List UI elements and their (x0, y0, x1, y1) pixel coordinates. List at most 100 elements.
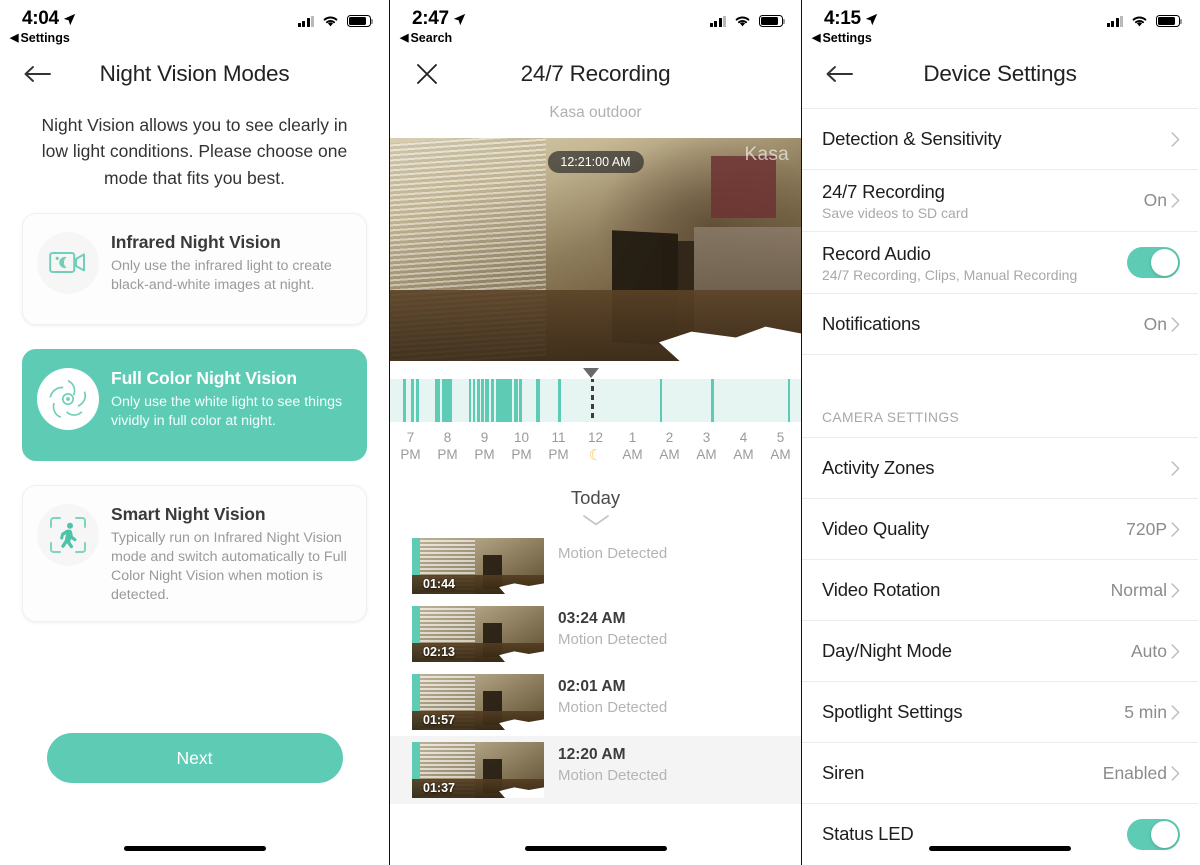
cellular-signal-icon (1106, 15, 1123, 27)
motion-event-row[interactable]: 01:44 Motion Detected (390, 532, 801, 600)
arrow-left-icon (24, 66, 51, 82)
settings-row-video-quality[interactable]: Video Quality 720P (802, 498, 1198, 559)
hour-number: 11 (551, 430, 566, 445)
settings-row-video-rotation[interactable]: Video Rotation Normal (802, 559, 1198, 620)
settings-row-subtitle: 24/7 Recording, Clips, Manual Recording (822, 266, 1078, 283)
toggle-switch[interactable] (1127, 247, 1180, 278)
settings-row-24-7-recording[interactable]: 24/7 Recording Save videos to SD card On (802, 169, 1198, 231)
timeline-segment (416, 379, 420, 422)
toggle-switch[interactable] (1127, 818, 1180, 850)
settings-row-record-audio[interactable]: Record Audio 24/7 Recording, Clips, Manua… (802, 231, 1198, 293)
timeline-hour-label: 8 PM (429, 429, 466, 465)
settings-row-value: 5 min (1124, 701, 1167, 722)
settings-row-notifications[interactable]: Notifications On (802, 293, 1198, 354)
settings-row-siren[interactable]: Siren Enabled (802, 742, 1198, 803)
location-arrow-icon (865, 13, 878, 25)
timeline-segment (476, 379, 480, 422)
mode-title: Infrared Night Vision (111, 231, 281, 252)
back-button[interactable] (824, 59, 854, 89)
chevron-right-icon (1171, 521, 1180, 537)
timeline-track[interactable] (390, 379, 801, 422)
hour-ampm: AM (696, 447, 717, 463)
next-button[interactable]: Next (46, 733, 343, 783)
timeline[interactable]: 7 PM 8 PM 9 PM 10 PM 11 PM 12 ☾ 1 AM 2 AM 3 AM 4 AM 5 AM (390, 368, 801, 465)
event-description: Motion Detected (558, 545, 668, 563)
wifi-icon (1132, 16, 1147, 27)
nav-bar: 24/7 Recording (390, 46, 801, 102)
cellular-signal-icon (709, 15, 726, 27)
settings-row-day-night-mode[interactable]: Day/Night Mode Auto (802, 620, 1198, 681)
event-thumbnail[interactable]: 01:57 (412, 674, 544, 731)
timeline-segment (659, 379, 663, 422)
timeline-caret-icon (583, 368, 600, 378)
battery-icon (347, 15, 374, 27)
settings-row-text: Notifications (822, 313, 1144, 335)
chevron-right-icon (1171, 643, 1180, 659)
settings-row-text: 24/7 Recording Save videos to SD card (822, 181, 1144, 221)
mode-card-infrared[interactable]: Infrared Night Vision Only use the infra… (22, 212, 367, 325)
mode-card-smart[interactable]: Smart Night Vision Typically run on Infr… (22, 484, 367, 623)
timeline-playhead[interactable] (591, 379, 595, 422)
settings-row-status-led[interactable]: Status LED (802, 803, 1198, 864)
motion-event-row[interactable]: 01:37 12:20 AM Motion Detected (390, 736, 801, 805)
timeline-segment (435, 379, 441, 422)
timeline-segment (468, 379, 472, 422)
timeline-hour-label: 2 AM (651, 429, 688, 465)
event-duration: 01:37 (423, 781, 455, 796)
event-description: Motion Detected (558, 767, 668, 785)
settings-row-text: Siren (822, 762, 1103, 784)
settings-row-title: Status LED (822, 823, 914, 844)
motion-event-row[interactable]: 02:13 03:24 AM Motion Detected (390, 600, 801, 668)
mode-card-full-color[interactable]: Full Color Night Vision Only use the whi… (22, 348, 367, 461)
walking-person-focus-icon-wrap (37, 503, 99, 566)
motion-event-row[interactable]: 01:57 02:01 AM Motion Detected (390, 668, 801, 736)
status-time-text: 4:15 (824, 8, 861, 29)
status-bar: 4:04 ◀ Settings (0, 0, 389, 46)
status-back-button[interactable]: ◀ Settings (812, 31, 872, 45)
nav-bar: Device Settings (802, 46, 1198, 102)
status-back-label: Settings (822, 31, 872, 45)
event-thumbnail[interactable]: 02:13 (412, 606, 544, 663)
chevron-down-icon[interactable] (582, 515, 609, 526)
status-back-button[interactable]: ◀ Settings (10, 31, 70, 45)
expand-icon[interactable] (771, 331, 787, 347)
timeline-segment (410, 379, 415, 422)
battery-icon (759, 15, 786, 27)
settings-row-value: Enabled (1102, 762, 1167, 783)
settings-row-activity-zones[interactable]: Activity Zones (802, 437, 1198, 498)
home-indicator (123, 846, 266, 851)
status-indicators (709, 14, 786, 28)
close-button[interactable] (412, 59, 442, 89)
status-back-button[interactable]: ◀ Search (400, 31, 452, 45)
event-thumbnail[interactable]: 01:37 (412, 742, 544, 799)
settings-row-spotlight-settings[interactable]: Spotlight Settings 5 min (802, 681, 1198, 742)
event-description: Motion Detected (558, 631, 668, 649)
video-player[interactable]: 12:21:00 AM Kasa (390, 138, 801, 361)
event-thumbnail[interactable]: 01:44 (412, 538, 544, 595)
section-today: Today (570, 487, 621, 509)
settings-row-text: Detection & Sensitivity (822, 128, 1171, 150)
battery-icon (1156, 15, 1183, 27)
hour-ampm: PM (474, 447, 495, 463)
event-duration: 01:44 (423, 577, 455, 592)
chevron-right-icon (1171, 704, 1180, 720)
mode-desc: Only use the infrared light to create bl… (111, 257, 332, 293)
panel-device-settings: 4:15 ◀ Settings Device Settings Detectio… (802, 0, 1198, 865)
timeline-segment (711, 379, 715, 422)
timeline-hour-label: 10 PM (503, 429, 540, 465)
settings-row-detection-sensitivity[interactable]: Detection & Sensitivity (802, 108, 1198, 169)
hour-ampm: PM (548, 447, 569, 463)
hour-ampm: AM (622, 447, 643, 463)
panel-night-vision-modes: 4:04 ◀ Settings Night Vision Modes Night… (0, 0, 389, 865)
timeline-hour-label: 9 PM (466, 429, 503, 465)
status-time: 2:47 (412, 8, 466, 30)
mode-card-text: Infrared Night Vision Only use the infra… (111, 230, 350, 308)
chevron-right-icon (1171, 582, 1180, 598)
status-time-text: 4:04 (22, 8, 59, 29)
status-back-label: Settings (20, 31, 70, 45)
back-button[interactable] (22, 59, 52, 89)
timeline-hour-label: 4 AM (725, 429, 762, 465)
mode-title: Smart Night Vision (111, 503, 266, 524)
hour-number: 10 (513, 430, 530, 445)
camera-moon-icon-wrap (37, 231, 99, 294)
